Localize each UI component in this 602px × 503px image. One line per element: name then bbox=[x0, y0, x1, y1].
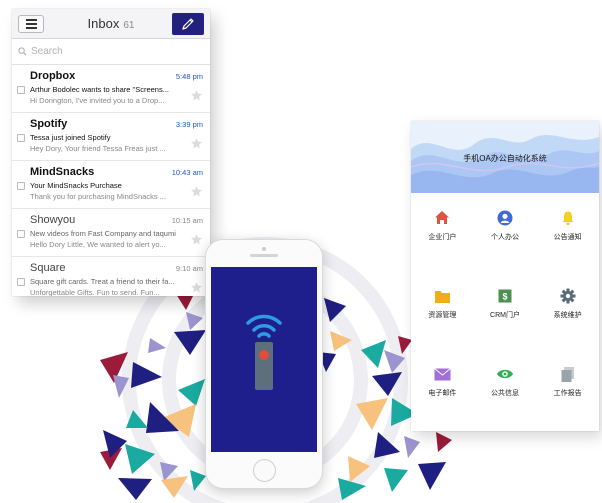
message-time: 3:39 pm bbox=[175, 120, 203, 129]
message-row[interactable]: Dropbox 5:48 pm Arthur Bodolec wants to sh… bbox=[12, 65, 210, 113]
message-time: 9:10 am bbox=[175, 264, 203, 273]
phone-illustration bbox=[205, 239, 323, 489]
message-checkbox[interactable] bbox=[17, 182, 25, 190]
star-icon[interactable] bbox=[190, 281, 203, 294]
crm-icon: $ bbox=[496, 287, 514, 305]
svg-text:$: $ bbox=[502, 292, 507, 302]
message-preview: Hi Dorington, I've invited you to a Drop… bbox=[30, 96, 165, 105]
compose-button[interactable] bbox=[172, 13, 204, 35]
oa-menu-label: 资源管理 bbox=[428, 312, 457, 319]
oa-menu-item[interactable]: 公告通知 bbox=[536, 209, 599, 244]
message-subject: Your MindSnacks Purchase bbox=[30, 181, 122, 190]
star-icon[interactable] bbox=[190, 185, 203, 198]
oa-menu-item[interactable]: 企业门户 bbox=[411, 209, 474, 244]
message-row[interactable]: Showyou 10:15 am New videos from Fast Comp… bbox=[12, 209, 210, 257]
unread-count: 61 bbox=[123, 20, 135, 31]
report-icon bbox=[559, 365, 577, 383]
oa-menu-label: 系统维护 bbox=[553, 312, 582, 319]
bell-icon bbox=[559, 209, 577, 227]
oa-panel: 手机OA办公自动化系统 企业门户 个人办公 公告通知资源管理 $ CRM门户 系统维护电子… bbox=[411, 121, 599, 431]
oa-menu-label: 企业门户 bbox=[428, 234, 457, 241]
oa-menu-label: 公告通知 bbox=[553, 234, 582, 241]
message-time: 10:43 am bbox=[171, 168, 203, 177]
phone-speaker bbox=[250, 254, 278, 257]
oa-menu-item[interactable]: $ CRM门户 bbox=[474, 287, 537, 322]
star-icon[interactable] bbox=[190, 233, 203, 246]
message-subject: Arthur Bodolec wants to share "Screens..… bbox=[30, 85, 169, 94]
message-preview: Hello Dory Little, We wanted to alert yo… bbox=[30, 240, 166, 249]
message-row[interactable]: MindSnacks 10:43 am Your MindSnacks Purcha… bbox=[12, 161, 210, 209]
oa-menu-item[interactable]: 个人办公 bbox=[474, 209, 537, 244]
phone-camera bbox=[262, 247, 266, 251]
message-row[interactable]: Spotify 3:39 pm Tessa just joined Spotify H… bbox=[12, 113, 210, 161]
message-list: Dropbox 5:48 pm Arthur Bodolec wants to sh… bbox=[12, 65, 210, 296]
message-checkbox[interactable] bbox=[17, 278, 25, 286]
inbox-title-label: Inbox bbox=[87, 16, 120, 31]
oa-menu-label: 工作报告 bbox=[553, 390, 582, 397]
oa-header-banner: 手机OA办公自动化系统 bbox=[411, 121, 599, 193]
eye-icon bbox=[496, 365, 514, 383]
phone-screen bbox=[211, 267, 317, 452]
message-checkbox[interactable] bbox=[17, 134, 25, 142]
pencil-icon bbox=[182, 18, 194, 30]
gear-icon bbox=[559, 287, 577, 305]
oa-menu-label: 个人办公 bbox=[490, 234, 519, 241]
person-icon bbox=[496, 209, 514, 227]
message-time: 5:48 pm bbox=[175, 72, 203, 81]
oa-menu-item[interactable]: 资源管理 bbox=[411, 287, 474, 322]
oa-menu-label: 电子邮件 bbox=[428, 390, 457, 397]
oa-menu-label: 公共信息 bbox=[490, 390, 519, 397]
oa-system-title: 手机OA办公自动化系统 bbox=[463, 154, 547, 163]
wifi-remote-icon bbox=[246, 314, 282, 390]
search-input[interactable] bbox=[31, 46, 191, 57]
oa-menu-item[interactable]: 电子邮件 bbox=[411, 365, 474, 400]
oa-menu-item[interactable]: 公共信息 bbox=[474, 365, 537, 400]
oa-menu-item[interactable]: 系统维护 bbox=[536, 287, 599, 322]
home-button bbox=[253, 459, 276, 482]
mail-icon bbox=[433, 365, 451, 383]
folder-icon bbox=[433, 287, 451, 305]
message-checkbox[interactable] bbox=[17, 86, 25, 94]
inbox-panel: Inbox61 Dropbox5:48 pmArthur Bodolec wan… bbox=[12, 9, 210, 296]
message-subject: New videos from Fast Company and taqumi bbox=[30, 229, 176, 238]
message-preview: Unforgettable Gifts. Fun to send. Fun... bbox=[30, 288, 160, 296]
search-bar[interactable] bbox=[12, 39, 210, 65]
inbox-header: Inbox 61 bbox=[12, 9, 210, 39]
message-row[interactable]: Square 9:10 am Square gift cards. Treat a … bbox=[12, 257, 210, 296]
message-subject: Square gift cards. Treat a friend to the… bbox=[30, 277, 175, 286]
home-icon bbox=[433, 209, 451, 227]
message-checkbox[interactable] bbox=[17, 230, 25, 238]
oa-menu-label: CRM门户 bbox=[490, 312, 520, 319]
message-preview: Hey Dory, Your friend Tessa Freas just .… bbox=[30, 144, 166, 153]
search-icon bbox=[18, 47, 27, 56]
message-time: 10:15 am bbox=[171, 216, 203, 225]
message-preview: Thank you for purchasing MindSnacks ... bbox=[30, 192, 166, 201]
oa-menu-grid: 企业门户 个人办公 公告通知资源管理 $ CRM门户 系统维护电子邮件 公共信息 工作报告 bbox=[411, 209, 599, 400]
message-subject: Tessa just joined Spotify bbox=[30, 133, 111, 142]
star-icon[interactable] bbox=[190, 137, 203, 150]
oa-menu-item[interactable]: 工作报告 bbox=[536, 365, 599, 400]
star-icon[interactable] bbox=[190, 89, 203, 102]
